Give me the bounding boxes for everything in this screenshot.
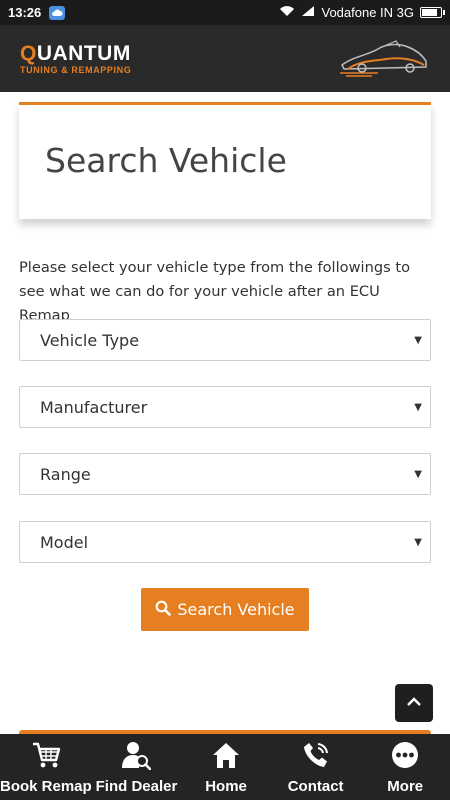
chevron-down-icon: ▼	[414, 536, 422, 548]
battery-icon	[420, 7, 445, 18]
bottom-nav: Book Remap Find Dealer Home Contact More	[0, 734, 450, 800]
wifi-icon	[279, 5, 295, 20]
app-header: QUANTUM TUNING & REMAPPING	[0, 25, 450, 92]
brand-name: UANTUM	[36, 41, 131, 65]
nav-label-contact: Contact	[287, 778, 344, 795]
model-select[interactable]: Model ▼	[19, 521, 431, 563]
user-search-icon	[121, 740, 152, 770]
manufacturer-select[interactable]: Manufacturer ▼	[19, 386, 431, 428]
nav-label-find-dealer: Find Dealer	[95, 778, 178, 795]
signal-icon	[301, 5, 315, 20]
status-time: 13:26	[8, 5, 42, 20]
chevron-down-icon: ▼	[414, 334, 422, 346]
vehicle-type-select[interactable]: Vehicle Type ▼	[19, 319, 431, 361]
page-title: Search Vehicle	[45, 141, 287, 180]
carrier-label: Vodafone IN 3G	[321, 5, 414, 20]
model-value: Model	[40, 532, 89, 552]
chevron-down-icon: ▼	[414, 401, 422, 413]
chevron-up-icon	[406, 694, 422, 712]
home-icon	[211, 740, 241, 770]
nav-home[interactable]: Home	[181, 734, 271, 800]
nav-book-remap[interactable]: Book Remap	[0, 734, 92, 800]
nav-find-dealer[interactable]: Find Dealer	[92, 734, 182, 800]
brand-tagline: TUNING & REMAPPING	[20, 64, 132, 75]
cloud-sync-icon	[49, 5, 66, 20]
nav-label-home: Home	[205, 778, 247, 795]
status-bar: 13:26 Vodafone IN 3G	[0, 0, 450, 25]
range-value: Range	[40, 464, 91, 484]
nav-label-more: More	[387, 778, 424, 795]
chevron-down-icon: ▼	[414, 468, 422, 480]
shopping-cart-icon	[31, 740, 61, 770]
car-logo-icon	[338, 35, 430, 82]
manufacturer-value: Manufacturer	[40, 397, 148, 417]
intro-text: Please select your vehicle type from the…	[19, 259, 410, 324]
more-icon	[390, 740, 420, 770]
search-vehicle-label: Search Vehicle	[177, 600, 295, 619]
scroll-to-top-button[interactable]	[395, 684, 433, 722]
search-icon	[155, 600, 172, 620]
vehicle-type-value: Vehicle Type	[40, 330, 140, 350]
page-title-card: Search Vehicle	[19, 102, 431, 219]
nav-label-book-remap: Book Remap	[0, 778, 92, 795]
nav-more[interactable]: More	[360, 734, 450, 800]
nav-contact[interactable]: Contact	[271, 734, 361, 800]
search-vehicle-button[interactable]: Search Vehicle	[141, 588, 309, 631]
brand-logo[interactable]: QUANTUM TUNING & REMAPPING	[20, 43, 131, 75]
phone-icon	[301, 740, 331, 770]
brand-initial: Q	[20, 41, 37, 65]
range-select[interactable]: Range ▼	[19, 453, 431, 495]
